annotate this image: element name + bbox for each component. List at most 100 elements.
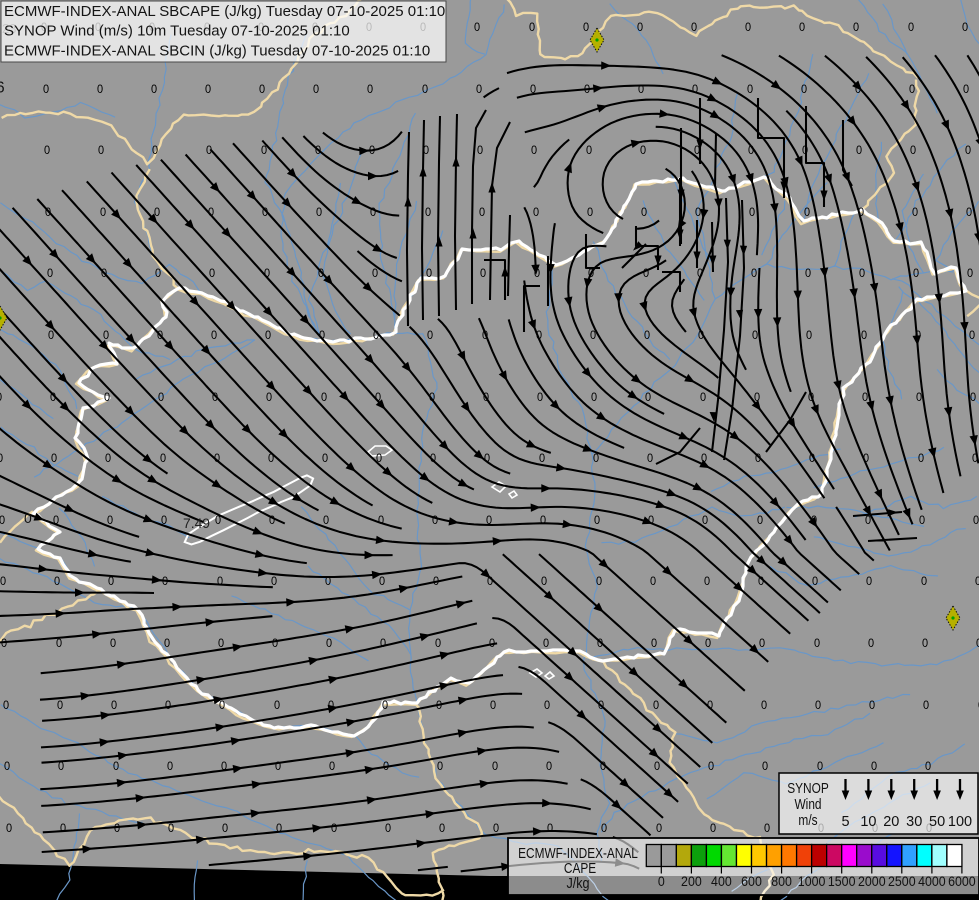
svg-text:0: 0 <box>319 330 325 342</box>
svg-text:0: 0 <box>799 22 805 34</box>
svg-text:0: 0 <box>764 823 770 835</box>
svg-text:0: 0 <box>710 823 716 835</box>
svg-text:0: 0 <box>58 761 64 773</box>
svg-text:0: 0 <box>648 515 654 527</box>
svg-text:0: 0 <box>692 84 698 96</box>
svg-text:SYNOP: SYNOP <box>787 780 829 796</box>
svg-text:0: 0 <box>641 207 647 219</box>
svg-text:0: 0 <box>487 576 493 588</box>
svg-text:0: 0 <box>694 145 700 157</box>
svg-text:0: 0 <box>593 453 599 465</box>
svg-text:6: 6 <box>0 80 5 97</box>
svg-text:0: 0 <box>853 22 859 34</box>
svg-text:0: 0 <box>24 510 32 526</box>
svg-text:0: 0 <box>217 576 223 588</box>
svg-text:0: 0 <box>645 392 651 404</box>
svg-text:0: 0 <box>547 823 553 835</box>
svg-text:0: 0 <box>925 761 931 773</box>
svg-text:0: 0 <box>54 576 60 588</box>
svg-text:0: 0 <box>754 392 760 404</box>
svg-text:0: 0 <box>104 392 110 404</box>
svg-text:0: 0 <box>103 330 109 342</box>
svg-text:0: 0 <box>544 700 550 712</box>
svg-text:0: 0 <box>586 145 592 157</box>
svg-text:0: 0 <box>644 330 650 342</box>
svg-text:0: 0 <box>863 453 869 465</box>
svg-text:0: 0 <box>640 145 646 157</box>
svg-text:Wind: Wind <box>794 796 821 812</box>
svg-text:0: 0 <box>594 515 600 527</box>
svg-text:0: 0 <box>493 823 499 835</box>
svg-text:0: 0 <box>691 22 697 34</box>
svg-text:0: 0 <box>262 207 268 219</box>
svg-text:0: 0 <box>437 761 443 773</box>
svg-text:0: 0 <box>161 515 167 527</box>
svg-text:0: 0 <box>969 330 975 342</box>
svg-text:0: 0 <box>113 761 119 773</box>
svg-text:0: 0 <box>916 392 922 404</box>
svg-text:0: 0 <box>967 268 973 280</box>
svg-text:0: 0 <box>264 268 270 280</box>
svg-text:0: 0 <box>433 576 439 588</box>
svg-text:0: 0 <box>108 576 114 588</box>
svg-text:0: 0 <box>809 453 815 465</box>
svg-text:0: 0 <box>588 268 594 280</box>
svg-text:20: 20 <box>883 814 899 830</box>
svg-text:0: 0 <box>815 700 821 712</box>
svg-text:0: 0 <box>871 761 877 773</box>
svg-text:0: 0 <box>439 823 445 835</box>
svg-text:0: 0 <box>0 392 2 404</box>
svg-text:0: 0 <box>318 268 324 280</box>
svg-text:0: 0 <box>697 268 703 280</box>
svg-text:0: 0 <box>167 761 173 773</box>
svg-text:200: 200 <box>681 873 702 889</box>
svg-text:0: 0 <box>923 700 929 712</box>
svg-text:0: 0 <box>432 515 438 527</box>
svg-text:0: 0 <box>483 392 489 404</box>
svg-text:0: 0 <box>268 453 274 465</box>
svg-text:0: 0 <box>637 22 643 34</box>
svg-text:0: 0 <box>761 700 767 712</box>
svg-text:0: 0 <box>705 638 711 650</box>
svg-text:0: 0 <box>919 515 925 527</box>
svg-text:0: 0 <box>484 453 490 465</box>
svg-text:0: 0 <box>479 207 485 219</box>
svg-text:0: 0 <box>590 330 596 342</box>
svg-text:0: 0 <box>749 207 755 219</box>
svg-text:0: 0 <box>423 145 429 157</box>
svg-text:0: 0 <box>748 145 754 157</box>
svg-text:0: 0 <box>758 576 764 588</box>
svg-text:0: 0 <box>975 576 979 588</box>
svg-text:0: 0 <box>168 823 174 835</box>
svg-text:0: 0 <box>376 453 382 465</box>
svg-text:0: 0 <box>375 392 381 404</box>
svg-text:0: 0 <box>537 392 543 404</box>
svg-text:0: 0 <box>654 761 660 773</box>
svg-text:0: 0 <box>101 268 107 280</box>
svg-text:0: 0 <box>426 268 432 280</box>
svg-text:0: 0 <box>325 576 331 588</box>
svg-text:0: 0 <box>861 330 867 342</box>
svg-text:0: 0 <box>757 515 763 527</box>
svg-text:0: 0 <box>328 700 334 712</box>
svg-text:0: 0 <box>160 453 166 465</box>
svg-text:0: 0 <box>808 392 814 404</box>
svg-text:1000: 1000 <box>798 873 826 889</box>
svg-text:0: 0 <box>801 84 807 96</box>
svg-text:0: 0 <box>98 145 104 157</box>
svg-text:0: 0 <box>856 145 862 157</box>
svg-text:0: 0 <box>47 268 53 280</box>
svg-text:800: 800 <box>771 873 792 889</box>
svg-text:0: 0 <box>909 84 915 96</box>
svg-text:0: 0 <box>316 207 322 219</box>
svg-text:0: 0 <box>540 515 546 527</box>
svg-text:0: 0 <box>369 145 375 157</box>
svg-text:0: 0 <box>490 700 496 712</box>
svg-text:0: 0 <box>272 638 278 650</box>
svg-text:0: 0 <box>597 638 603 650</box>
svg-text:0: 0 <box>858 207 864 219</box>
svg-text:0: 0 <box>600 761 606 773</box>
svg-text:0: 0 <box>653 700 659 712</box>
svg-text:0: 0 <box>698 330 704 342</box>
svg-text:600: 600 <box>741 873 762 889</box>
